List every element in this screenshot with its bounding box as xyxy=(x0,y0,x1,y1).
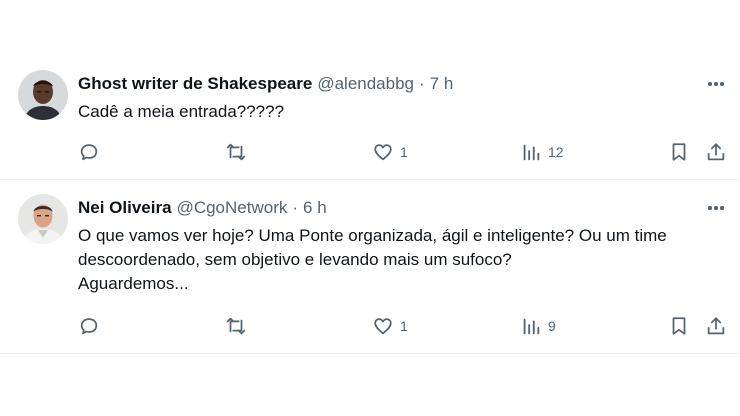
bookmark-icon xyxy=(672,317,686,335)
timestamp[interactable]: 7 h xyxy=(430,74,454,94)
more-options-icon[interactable] xyxy=(704,74,728,94)
share-upload-icon xyxy=(707,143,725,161)
repost-button[interactable] xyxy=(224,311,254,341)
view-count: 12 xyxy=(548,144,564,160)
speech-bubble-icon xyxy=(80,318,98,335)
bar-chart-icon xyxy=(523,144,540,161)
like-count: 1 xyxy=(400,144,408,160)
bookmark-icon xyxy=(672,143,686,161)
share-upload-icon xyxy=(707,317,725,335)
share-button[interactable] xyxy=(705,137,727,167)
author-handle[interactable]: @alendabbg xyxy=(317,74,414,94)
timestamp[interactable]: 6 h xyxy=(303,198,327,218)
author-avatar[interactable] xyxy=(18,70,68,120)
like-button[interactable]: 1 xyxy=(372,311,408,341)
bookmark-button[interactable] xyxy=(668,137,690,167)
tweet-text: O que vamos ver hoje? Uma Ponte organiza… xyxy=(78,224,728,296)
speech-bubble-icon xyxy=(80,144,98,161)
heart-icon xyxy=(374,318,392,335)
author-handle[interactable]: @CgoNetwork xyxy=(177,198,288,218)
views-button[interactable]: 12 xyxy=(520,137,564,167)
reply-divider xyxy=(0,353,740,354)
separator-dot: · xyxy=(292,198,299,217)
tweet-actions: 1 9 xyxy=(0,311,740,341)
tweet-actions: 1 12 xyxy=(0,137,740,167)
author-name[interactable]: Nei Oliveira xyxy=(78,198,172,218)
like-button[interactable]: 1 xyxy=(372,137,408,167)
tweet-text-line: descoordenado, sem objetivo e levando ma… xyxy=(78,250,512,269)
reply-button[interactable] xyxy=(78,137,106,167)
reply-button[interactable] xyxy=(78,311,106,341)
tweet-text-line: O que vamos ver hoje? Uma Ponte organiza… xyxy=(78,226,667,245)
repost-arrows-icon xyxy=(226,317,246,335)
view-count: 9 xyxy=(548,318,556,334)
tweet-header: Ghost writer de Shakespeare @alendabbg ·… xyxy=(78,72,453,96)
reply-tweet[interactable]: Ghost writer de Shakespeare @alendabbg ·… xyxy=(0,0,740,180)
author-avatar[interactable] xyxy=(18,194,68,244)
bookmark-button[interactable] xyxy=(668,311,690,341)
tweet-header: Nei Oliveira @CgoNetwork · 6 h xyxy=(78,196,327,220)
repost-button[interactable] xyxy=(224,137,254,167)
separator-dot: · xyxy=(419,74,425,93)
reply-tweet[interactable]: Nei Oliveira @CgoNetwork · 6 h O que vam… xyxy=(0,180,740,354)
tweet-text-line: Cadê a meia entrada????? xyxy=(78,102,285,121)
bar-chart-icon xyxy=(523,318,540,335)
like-count: 1 xyxy=(400,318,408,334)
author-name[interactable]: Ghost writer de Shakespeare xyxy=(78,74,312,94)
repost-arrows-icon xyxy=(226,143,246,161)
views-button[interactable]: 9 xyxy=(520,311,556,341)
tweet-text-line: Aguardemos... xyxy=(78,274,189,293)
share-button[interactable] xyxy=(705,311,727,341)
more-options-icon[interactable] xyxy=(704,198,728,218)
heart-icon xyxy=(374,144,392,161)
tweet-text: Cadê a meia entrada????? xyxy=(78,100,728,124)
